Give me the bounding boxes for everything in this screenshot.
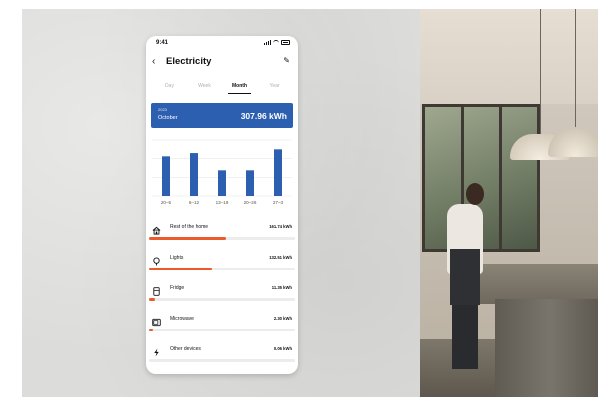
usage-share-track xyxy=(149,267,295,270)
device-name: Microwave xyxy=(170,315,194,322)
usage-share-fill xyxy=(149,267,212,270)
chef-legs xyxy=(452,299,478,369)
summary-total: 307.96 kWh xyxy=(240,111,287,121)
lamp-cord xyxy=(540,9,541,134)
pencil-icon[interactable]: ✎ xyxy=(283,56,290,65)
chart-bar[interactable] xyxy=(246,170,254,196)
bolt-icon xyxy=(152,344,161,357)
device-usage-value: 132.51 kWh xyxy=(269,254,292,260)
device-row[interactable]: Other devices 0.06 kWh xyxy=(146,338,298,368)
tab-day[interactable]: Day xyxy=(152,82,187,94)
device-name: Lights xyxy=(170,254,184,261)
chart-bar[interactable] xyxy=(274,149,282,196)
usage-share-track xyxy=(149,328,295,331)
usage-summary-card: 2023 October 307.96 kWh xyxy=(151,103,293,128)
device-name: Rest of the home xyxy=(170,224,209,230)
phone-screen: 9:41 ‹ Electricity ✎ Day Week Month Year… xyxy=(146,36,298,374)
app-header: ‹ Electricity ✎ xyxy=(146,53,298,73)
bulb-icon xyxy=(152,253,161,266)
usage-share-track xyxy=(149,237,295,240)
tab-week[interactable]: Week xyxy=(187,82,222,94)
kitchen-counter xyxy=(480,264,598,304)
usage-share-fill xyxy=(149,237,227,240)
chart-bar[interactable] xyxy=(162,156,170,196)
summary-month: October xyxy=(158,115,178,121)
usage-share-fill xyxy=(149,298,155,301)
chart-x-tick-label: 6–12 xyxy=(189,200,200,205)
photo-ceiling xyxy=(420,9,598,104)
status-bar: 9:41 xyxy=(146,36,298,50)
kitchen-photo xyxy=(420,9,598,397)
summary-year: 2023 xyxy=(158,107,167,112)
fridge-icon xyxy=(152,283,161,296)
device-usage-value: 2.30 kWh xyxy=(273,315,292,321)
device-name: Fridge xyxy=(170,285,185,291)
chart-x-tick-label: 20–26 xyxy=(244,200,257,205)
device-usage-value: 161.74 kWh xyxy=(269,224,292,229)
device-name: Other devices xyxy=(170,346,201,352)
device-usage-value: 0.06 kWh xyxy=(273,346,292,351)
home-icon xyxy=(152,222,161,235)
period-tabs: Day Week Month Year xyxy=(152,82,292,94)
chart-x-tick-label: 20–5 xyxy=(161,200,172,205)
wifi-icon xyxy=(273,40,279,45)
tab-year[interactable]: Year xyxy=(257,82,292,94)
window-mullion xyxy=(499,107,502,249)
battery-icon xyxy=(281,40,290,45)
usage-bar-chart: 20–5 6–12 13–19 20–26 27–3 xyxy=(152,139,292,205)
chef-apron xyxy=(450,249,480,305)
chart-bar[interactable] xyxy=(190,153,198,196)
pendant-lamp xyxy=(548,127,598,157)
device-row[interactable]: Microwave 2.30 kWh xyxy=(146,308,298,338)
lamp-cord xyxy=(575,9,576,127)
chevron-left-icon[interactable]: ‹ xyxy=(152,56,155,67)
usage-share-track xyxy=(149,298,295,301)
kitchen-cabinet xyxy=(495,299,598,397)
tab-month[interactable]: Month xyxy=(222,82,257,94)
signal-icon xyxy=(264,40,271,45)
microwave-icon xyxy=(152,314,161,326)
device-row[interactable]: Rest of the home 161.74 kWh xyxy=(146,216,298,246)
device-row[interactable]: Lights 132.51 kWh xyxy=(146,247,298,277)
device-row[interactable]: Fridge 11.35 kWh xyxy=(146,277,298,307)
status-time: 9:41 xyxy=(156,40,169,46)
chart-x-tick-label: 13–19 xyxy=(216,200,229,205)
chef-head xyxy=(466,183,484,205)
usage-share-track xyxy=(149,359,295,362)
usage-share-fill xyxy=(149,328,154,331)
page-title: Electricity xyxy=(166,56,212,67)
status-icons xyxy=(264,40,290,45)
chart-bar[interactable] xyxy=(218,170,226,196)
chart-x-tick-label: 27–3 xyxy=(273,200,284,205)
device-usage-value: 11.35 kWh xyxy=(271,285,292,290)
